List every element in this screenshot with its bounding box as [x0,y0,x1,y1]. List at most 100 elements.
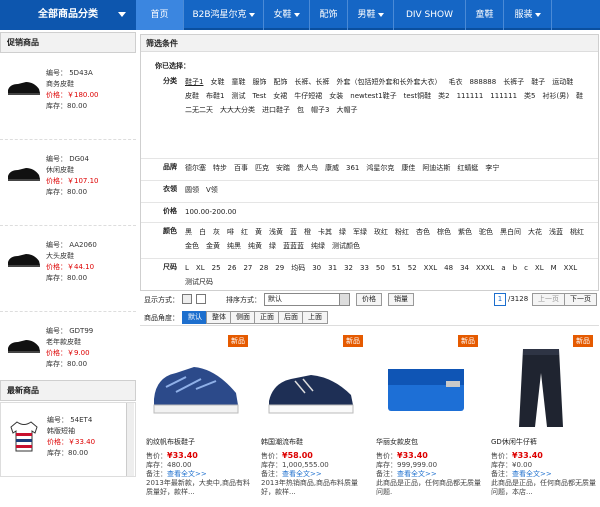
filter-option[interactable]: 黑 [185,228,192,236]
product-card[interactable]: 新品 GD休闲牛仔裤 售价：¥33.40 库存：¥0.00 备注：查看全文>> … [485,333,597,507]
filter-option[interactable]: 布鞋1 [206,92,224,100]
filter-option[interactable]: 111111 [457,92,484,100]
filter-option[interactable]: V领 [206,186,218,194]
page-input[interactable]: 1 [494,293,506,306]
nav-item-div-show[interactable]: DIV SHOW [394,0,466,30]
filter-option[interactable]: XXXL [476,264,494,272]
angle-side-button[interactable]: 侧面 [230,311,256,324]
all-categories-menu[interactable]: 全部商品分类 [0,0,136,30]
filter-option[interactable]: 大帽子 [336,106,357,114]
list-view-icon[interactable] [196,294,206,304]
filter-option[interactable]: 长裤子 [503,78,524,86]
filter-option[interactable]: 运动鞋 [552,78,573,86]
grid-view-icon[interactable] [182,294,192,304]
filter-option[interactable]: 棕色 [437,228,451,236]
filter-option[interactable]: 黄 [255,228,262,236]
filter-option[interactable]: 李宁 [485,164,499,172]
scrollbar[interactable] [126,403,134,476]
promo-item[interactable]: 编号： 5D43A 商务皮鞋 价格：￥180.00 库存：80.00 [0,54,136,140]
nav-item-accessories[interactable]: 配饰 [310,0,348,30]
filter-option[interactable]: 32 [344,264,353,272]
filter-option[interactable]: 服饰 [252,78,266,86]
filter-option[interactable]: 女裙 [273,92,287,100]
filter-option[interactable]: 111111 [490,92,517,100]
filter-option[interactable]: L [185,264,189,272]
product-name[interactable]: 韩版短袖 [47,426,95,437]
product-name[interactable]: 老年款皮鞋 [46,337,93,348]
filter-option[interactable]: 阿迪达斯 [422,164,450,172]
filter-option[interactable]: 贵人鸟 [297,164,318,172]
filter-option[interactable]: 鸿星尔克 [366,164,394,172]
filter-option[interactable]: 德尔塞 [185,164,206,172]
filter-option[interactable]: 金色 [185,242,199,250]
filter-option[interactable]: 类5 [524,92,535,100]
filter-option[interactable]: XL [535,264,544,272]
filter-option[interactable]: 百事 [234,164,248,172]
filter-option[interactable]: 纯黄 [248,242,262,250]
filter-option[interactable]: 浅蓝 [549,228,563,236]
angle-back-button[interactable]: 后面 [278,311,304,324]
filter-option[interactable]: 888888 [469,78,496,86]
filter-option[interactable]: 蓝 [290,228,297,236]
filter-option[interactable]: 测试 [231,92,245,100]
angle-default-button[interactable]: 默认 [182,311,208,324]
filter-option[interactable]: 28 [259,264,268,272]
filter-option[interactable]: 绿 [269,242,276,250]
filter-option[interactable]: 卡其 [318,228,332,236]
product-title[interactable]: 豹纹帆布板鞋子 [146,437,195,447]
filter-option[interactable]: 啡 [227,228,234,236]
filter-option[interactable]: 鞋 [576,92,583,100]
filter-option[interactable]: c [524,264,528,272]
filter-option[interactable]: 均码 [291,264,305,272]
filter-option[interactable]: 配饰 [273,78,287,86]
filter-option[interactable]: 50 [376,264,385,272]
filter-option[interactable]: 紫色 [458,228,472,236]
filter-option[interactable]: a [501,264,505,272]
nav-item-clothing[interactable]: 服装 [504,0,552,30]
prev-page-button[interactable]: 上一页 [532,293,565,306]
filter-option[interactable]: 帽子3 [311,106,329,114]
filter-option[interactable]: 金黄 [206,242,220,250]
nav-item-kids-shoes[interactable]: 童鞋 [466,0,504,30]
nav-item-home[interactable]: 首页 [136,0,184,30]
filter-option[interactable]: b [513,264,517,272]
filter-option[interactable]: 匹克 [255,164,269,172]
filter-option[interactable]: 31 [328,264,337,272]
filter-option[interactable]: 康佳 [401,164,415,172]
filter-option[interactable]: 纯黑 [227,242,241,250]
filter-option[interactable]: 进口鞋子 [262,106,290,114]
filter-option[interactable]: M [551,264,557,272]
product-name[interactable]: 商务皮鞋 [46,79,99,90]
sort-price-button[interactable]: 价格 [356,293,382,306]
filter-option[interactable]: 粉红 [395,228,409,236]
filter-option[interactable]: 33 [360,264,369,272]
filter-option[interactable]: 杏色 [416,228,430,236]
angle-whole-button[interactable]: 整体 [206,311,232,324]
filter-option[interactable]: 圆领 [185,186,199,194]
sort-select[interactable]: 默认 [264,293,350,306]
filter-option[interactable]: XXL [424,264,438,272]
filter-option[interactable]: test铜鞋 [404,92,431,100]
filter-option[interactable]: 29 [275,264,284,272]
filter-option[interactable]: 玫红 [374,228,388,236]
filter-option[interactable]: 30 [312,264,321,272]
filter-option[interactable]: 51 [392,264,401,272]
filter-option[interactable]: newtest1鞋子 [350,92,396,100]
filter-option[interactable]: XL [196,264,205,272]
nav-item-b2b[interactable]: B2B鸿星尔克 [184,0,264,30]
product-name[interactable]: 休闲皮鞋 [46,165,99,176]
filter-option[interactable]: 大大大分类 [220,106,255,114]
filter-option[interactable]: 34 [460,264,469,272]
next-page-button[interactable]: 下一页 [564,293,597,306]
filter-option[interactable]: 皮鞋 [185,92,199,100]
product-title[interactable]: 华丽女款皮包 [376,437,418,447]
product-title[interactable]: GD休闲牛仔裤 [491,437,537,447]
filter-option[interactable]: 52 [408,264,417,272]
filter-option[interactable]: 女鞋 [210,78,224,86]
filter-option[interactable]: 26 [228,264,237,272]
filter-option[interactable]: 康威 [325,164,339,172]
filter-option[interactable]: 鞋子1 [185,78,203,86]
filter-option[interactable]: 100.00-200.00 [185,208,237,216]
nav-item-men-shoes[interactable]: 男鞋 [348,0,394,30]
filter-option[interactable]: 包 [297,106,304,114]
